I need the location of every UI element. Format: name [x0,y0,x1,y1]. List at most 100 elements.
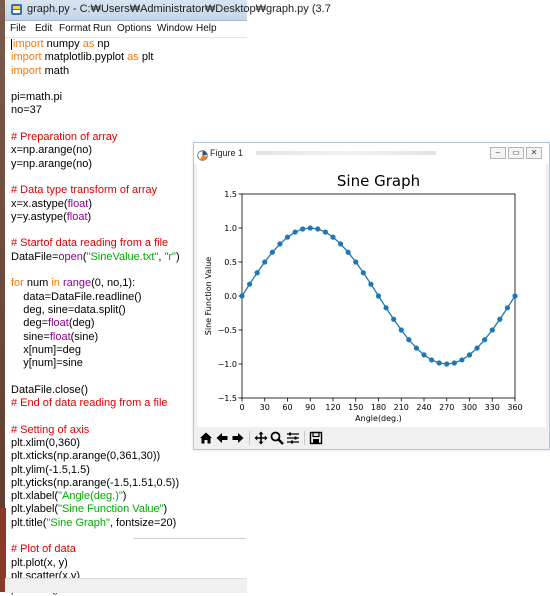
data-point [421,352,427,358]
code-token: (0, no,1): [91,277,136,290]
code-token: x=np.arange(no) [11,144,93,157]
home-icon[interactable] [198,430,214,446]
data-point [330,234,336,240]
code-token: ) [175,250,180,263]
data-point [436,360,442,366]
code-token: plt.ylim(-1.5,1.5) [11,463,90,476]
toolbar-separator [249,431,250,445]
data-point [353,259,359,265]
code-token: # Setting of axis [11,423,90,436]
x-tick-label: 180 [371,403,386,412]
code-token: as [127,51,139,64]
editor-title: graph.py - C:₩Users₩Administrator₩Deskto… [27,3,331,15]
close-button[interactable]: ✕ [526,147,542,159]
data-point [239,293,245,299]
horizontal-scrollbar[interactable] [5,578,247,593]
code-line: no=37 [11,104,247,117]
code-token: y=np.arange(no) [11,157,93,170]
figure-titlebar[interactable]: Figure 1 – ▭ ✕ [194,143,549,164]
x-tick-label: 120 [325,403,340,412]
code-token: math [41,64,70,77]
menu-help[interactable]: Help [196,23,217,34]
code-token: # Plot of data [11,543,76,556]
menu-edit[interactable]: Edit [35,23,52,34]
menu-file[interactable]: File [10,23,26,34]
data-point [360,270,366,276]
pan-icon[interactable] [253,430,269,446]
code-token: deg, sine=data.split() [11,303,126,316]
code-token: import [11,51,42,64]
data-point [262,259,268,265]
figure-canvas[interactable]: Sine Graph 0 30 60 90 120 150 180 210 240 270 300 33… [197,164,546,427]
code-token: plt.xticks(np.arange(0,361,30)) [11,450,161,463]
data-point [383,305,389,311]
chart-title: Sine Graph [337,172,420,190]
code-token: import [13,38,44,50]
code-token: DataFile= [11,250,59,263]
y-tick-label: −1.0 [218,360,237,369]
data-point [322,229,329,235]
data-point [398,327,404,333]
code-token: "Angle(deg.)" [58,490,123,503]
text-cursor [11,38,12,50]
code-token: plt.ylabel( [11,503,59,516]
editor-titlebar[interactable]: graph.py - C:₩Users₩Administrator₩Deskto… [5,0,331,21]
code-token: (sine) [70,330,99,343]
back-arrow-icon[interactable] [214,430,230,446]
data-point [459,357,465,363]
x-tick-label: 30 [260,403,270,412]
code-token: num [23,277,52,290]
save-icon[interactable] [308,430,324,446]
menu-options[interactable]: Options [117,23,151,34]
data-point [413,345,420,351]
minimize-button[interactable]: – [490,147,506,159]
data-point [504,305,511,311]
code-line: plt.ylabel("Sine Function Value") [11,503,247,516]
code-token: plt.xlim(0,360) [11,436,81,449]
code-token: ) [163,503,168,516]
x-tick-label: 90 [305,403,315,412]
code-token: plt.plot(x, y) [11,556,68,569]
data-point [482,337,488,343]
code-token: x=x.astype( [11,197,68,210]
code-token: ) [88,197,93,210]
code-token: range [62,277,92,290]
code-line: plt.plot(x, y) [11,557,247,570]
python-file-icon [10,3,23,16]
zoom-icon[interactable] [269,430,285,446]
configure-subplots-icon[interactable] [285,430,301,446]
code-line: import numpy as np [11,38,247,51]
code-token: float [48,317,69,330]
code-token: "Sine Graph" [46,516,110,529]
y-axis-label: Sine Function Value [204,257,213,335]
titlebar-blurred-text [256,151,436,155]
x-tick-label: 0 [239,403,244,412]
data-point [375,293,382,299]
editor-left-border [0,0,5,592]
code-token: (deg) [68,317,95,330]
code-token: , fontsize=20) [109,516,177,529]
data-point [284,234,291,240]
x-tick-label: 150 [348,403,363,412]
menu-format[interactable]: Format [59,23,91,34]
toolbar-separator [304,431,305,445]
code-token: # Startof data reading from a file [11,237,169,250]
code-token: # Data type transform of array [11,184,158,197]
data-point [300,226,306,232]
figure-title: Figure 1 [210,148,244,158]
menu-run[interactable]: Run [93,23,111,34]
editor-menubar: File Edit Format Run Options Window Help [5,21,247,38]
code-line: plt.xlabel("Angle(deg.)") [11,490,247,503]
code-token: # End of data reading from a file [11,397,168,410]
code-token: "SineValue.txt" [86,250,159,263]
maximize-button[interactable]: ▭ [508,147,524,159]
data-point [444,361,450,367]
code-token: ) [87,210,92,223]
forward-arrow-icon[interactable] [230,430,246,446]
menu-window[interactable]: Window [157,23,193,34]
code-token: "r" [164,250,176,263]
data-point [315,226,321,232]
data-point [292,229,298,235]
code-token: np [94,38,110,50]
